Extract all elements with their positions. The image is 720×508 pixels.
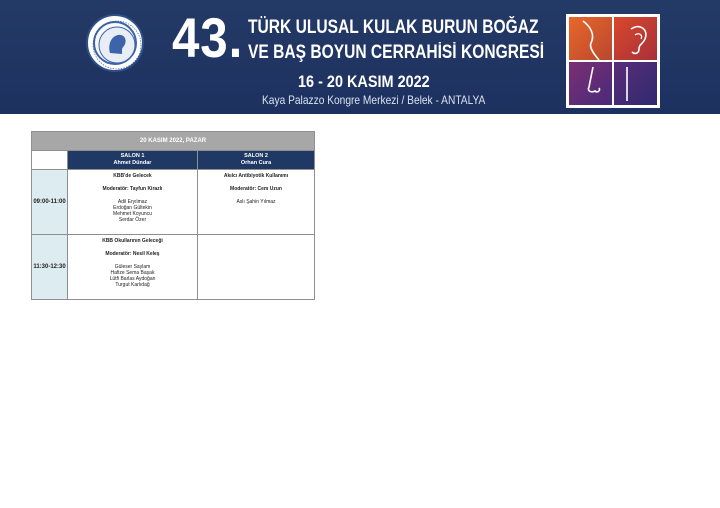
- salon-2-header: SALON 2 Orhan Cura: [196, 150, 316, 170]
- session-cell: KBB'de Gelecek Moderatör: Tayfun Kirazlı…: [67, 169, 198, 235]
- session-cell: Akılcı Antibiyotik Kullanımı Moderatör: …: [196, 169, 316, 235]
- salon-person: Ahmet Dündar: [113, 160, 152, 166]
- table-row: 11:30-12:30 KBB Okullarının Geleceği Mod…: [31, 234, 316, 300]
- society-logo-icon: [86, 14, 144, 72]
- time-slot: 09:00-11:00: [31, 169, 68, 235]
- salon-person: Orhan Cura: [240, 160, 272, 166]
- session-cell: KBB Okullarının Geleceği Moderatör: Nesi…: [67, 234, 198, 300]
- table-row: 09:00-11:00 KBB'de Gelecek Moderatör: Ta…: [31, 169, 316, 235]
- speaker: Serdar Özer: [118, 217, 147, 223]
- time-slot: 11:30-12:30: [31, 234, 68, 300]
- salon-name: SALON 1: [120, 153, 145, 159]
- time-column-header: [31, 150, 68, 170]
- day-heading: 20 KASIM 2022, PAZAR: [30, 131, 316, 151]
- congress-header: 43. TÜRK ULUSAL KULAK BURUN BOĞAZ VE BAŞ…: [0, 0, 720, 114]
- speaker: Turgut Karlıdağ: [115, 282, 150, 288]
- face-ear-nose-logo-icon: [566, 14, 660, 108]
- program-schedule-table: 20 KASIM 2022, PAZAR SALON 1 Ahmet Dünda…: [30, 131, 316, 300]
- congress-dates: 16 - 20 KASIM 2022: [298, 72, 430, 91]
- salon-1-header: SALON 1 Ahmet Dündar: [67, 150, 198, 170]
- congress-title-line2: VE BAŞ BOYUN CERRAHİSİ KONGRESİ: [248, 42, 545, 63]
- congress-venue: Kaya Palazzo Kongre Merkezi / Belek - AN…: [262, 93, 486, 107]
- speaker: Aslı Şahin Yılmaz: [236, 199, 276, 205]
- congress-number: 43.: [172, 6, 244, 69]
- salon-name: SALON 2: [244, 153, 268, 159]
- empty-session-cell: [196, 234, 316, 300]
- congress-title-line1: TÜRK ULUSAL KULAK BURUN BOĞAZ: [248, 17, 539, 38]
